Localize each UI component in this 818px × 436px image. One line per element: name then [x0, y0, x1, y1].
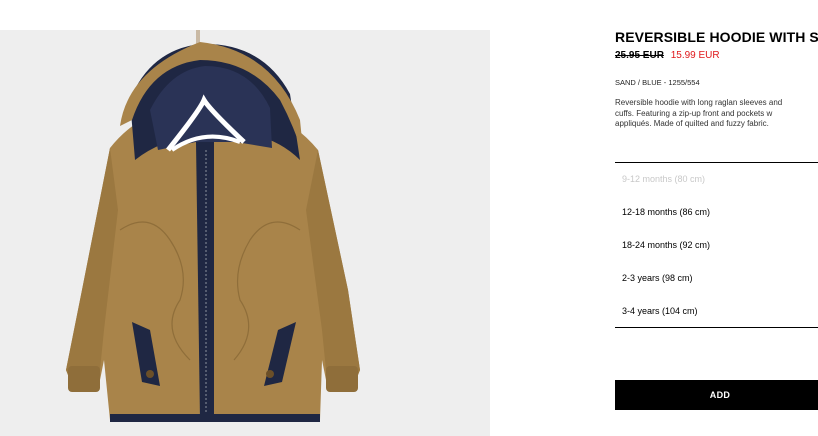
size-option-2-3-years[interactable]: 2-3 years (98 cm) — [622, 273, 693, 283]
size-option-9-12-months: 9-12 months (80 cm) — [622, 174, 706, 184]
size-option-12-18-months[interactable]: 12-18 months (86 cm) — [622, 207, 710, 217]
size-selector: 9-12 months (80 cm) 12-18 months (86 cm)… — [615, 162, 818, 328]
product-title: REVERSIBLE HOODIE WITH STAR — [615, 29, 818, 45]
color-and-reference: SAND / BLUE - 1255/554 — [615, 78, 700, 87]
product-image — [0, 30, 490, 436]
price-block: 25.95 EUR 15.99 EUR — [615, 50, 720, 61]
size-option-3-4-years[interactable]: 3-4 years (104 cm) — [622, 306, 698, 316]
product-description: Reversible hoodie with long raglan sleev… — [615, 98, 783, 128]
add-to-cart-button[interactable]: ADD — [615, 380, 818, 410]
jacket-illustration — [0, 30, 490, 436]
size-option-18-24-months[interactable]: 18-24 months (92 cm) — [622, 240, 710, 250]
original-price: 25.95 EUR — [615, 50, 664, 61]
sale-price: 15.99 EUR — [670, 50, 720, 61]
